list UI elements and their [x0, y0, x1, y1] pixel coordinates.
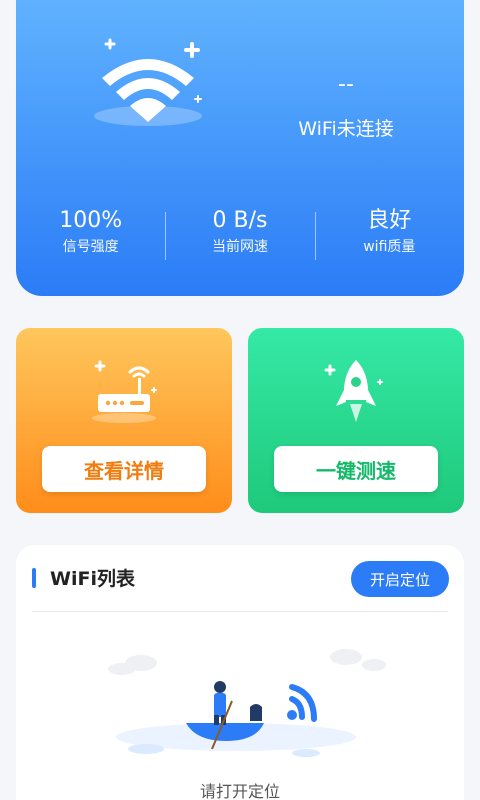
metric-value: 100% [59, 208, 123, 233]
metric-current-speed: 0 B/s 当前网速 [165, 206, 314, 266]
metric-label: wifi质量 [363, 239, 416, 255]
connection-status: WiFi未连接 [298, 118, 394, 140]
title-accent-bar [32, 568, 36, 588]
rocket-icon [324, 360, 383, 422]
view-details-button[interactable]: 查看详情 [42, 446, 206, 492]
metric-wifi-quality: 良好 wifi质量 [314, 206, 464, 266]
metric-label: 信号强度 [62, 239, 119, 255]
empty-state-message: 请打开定位 [199, 782, 280, 800]
wifi-status-card: -- WiFi未连接 100% 信号强度 0 B/s 当前网速 良好 wifi质… [16, 0, 464, 296]
connection-value: -- [338, 72, 354, 97]
router-icon [92, 360, 157, 423]
wifi-list-card: WiFi列表 开启定位 请打开定位 [16, 545, 464, 800]
wifi-list-header: WiFi列表 开启定位 [16, 545, 464, 611]
metrics-row: 100% 信号强度 0 B/s 当前网速 良好 wifi质量 [16, 206, 464, 266]
view-details-card[interactable]: 查看详情 [16, 328, 232, 513]
metric-value: 良好 [367, 208, 412, 233]
empty-state-illustration [108, 649, 386, 757]
divider [32, 611, 448, 612]
metric-value: 0 B/s [212, 208, 268, 233]
wifi-icon [94, 38, 202, 126]
metric-label: 当前网速 [211, 239, 268, 255]
speed-test-button[interactable]: 一键测速 [274, 446, 438, 492]
wifi-list-title: WiFi列表 [50, 568, 135, 590]
metric-signal-strength: 100% 信号强度 [16, 206, 165, 266]
speed-test-card[interactable]: 一键测速 [248, 328, 464, 513]
enable-location-button[interactable]: 开启定位 [351, 561, 449, 597]
